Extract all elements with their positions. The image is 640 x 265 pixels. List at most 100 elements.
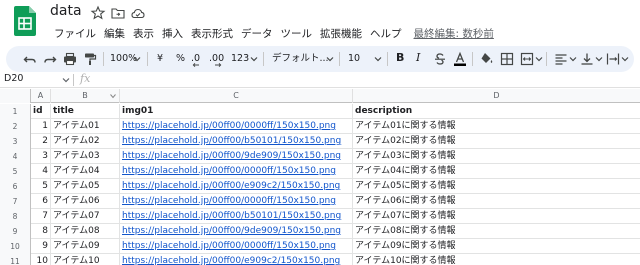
bold-button[interactable]: B bbox=[396, 51, 404, 65]
cell-id[interactable]: 10 bbox=[31, 254, 51, 265]
cell-description[interactable]: アイテム06に関する情報 bbox=[353, 194, 640, 209]
vertical-align-icon[interactable] bbox=[579, 51, 595, 67]
cell-title[interactable]: アイテム08 bbox=[51, 224, 120, 239]
cloud-saved-icon[interactable] bbox=[130, 5, 146, 21]
row-header[interactable]: 9 bbox=[0, 224, 31, 239]
cell-img-link[interactable]: https://placehold.jp/00ff00/0000ff/150x1… bbox=[120, 164, 353, 179]
cell-img-link[interactable]: https://placehold.jp/00ff00/e909c2/150x1… bbox=[120, 179, 353, 194]
fill-color-icon[interactable] bbox=[479, 51, 495, 67]
cell-title[interactable]: title bbox=[51, 104, 120, 119]
font-size-select[interactable]: 10 bbox=[348, 52, 360, 66]
row-header[interactable]: 1 bbox=[0, 104, 31, 119]
name-box[interactable]: D20 bbox=[4, 73, 23, 84]
chevron-down-icon[interactable] bbox=[621, 55, 629, 63]
cell-img-link[interactable]: https://placehold.jp/00ff00/b50101/150x1… bbox=[120, 134, 353, 149]
cell-img[interactable]: img01 bbox=[120, 104, 353, 119]
row-header[interactable]: 7 bbox=[0, 194, 31, 209]
cell-description[interactable]: アイテム04に関する情報 bbox=[353, 164, 640, 179]
star-icon[interactable] bbox=[90, 5, 106, 21]
menu-file[interactable]: ファイル bbox=[50, 26, 100, 42]
merge-cells-icon[interactable] bbox=[519, 51, 535, 67]
cell-id[interactable]: 6 bbox=[31, 194, 51, 209]
percent-format-button[interactable]: % bbox=[176, 52, 185, 66]
column-header-c[interactable]: C bbox=[120, 89, 353, 103]
cell-description[interactable]: アイテム02に関する情報 bbox=[353, 134, 640, 149]
cell-title[interactable]: アイテム02 bbox=[51, 134, 120, 149]
menu-help[interactable]: ヘルプ bbox=[366, 26, 406, 42]
cell-description[interactable]: アイテム09に関する情報 bbox=[353, 239, 640, 254]
cell-id[interactable]: 9 bbox=[31, 239, 51, 254]
cell-description[interactable]: アイテム07に関する情報 bbox=[353, 209, 640, 224]
chevron-down-icon[interactable] bbox=[326, 55, 334, 63]
chevron-down-icon[interactable] bbox=[62, 76, 70, 84]
menu-edit[interactable]: 編集 bbox=[100, 26, 129, 42]
strikethrough-icon[interactable] bbox=[432, 51, 448, 67]
undo-icon[interactable] bbox=[22, 51, 38, 67]
text-wrapping-icon[interactable] bbox=[605, 51, 621, 67]
document-title[interactable]: data bbox=[50, 3, 82, 19]
italic-button[interactable]: I bbox=[416, 51, 420, 65]
print-icon[interactable] bbox=[62, 51, 78, 67]
text-color-icon[interactable] bbox=[452, 51, 468, 67]
cell-img-link[interactable]: https://placehold.jp/00ff00/b50101/150x1… bbox=[120, 209, 353, 224]
chevron-down-icon[interactable] bbox=[595, 55, 603, 63]
chevron-down-icon[interactable] bbox=[535, 55, 543, 63]
sheets-logo-icon[interactable] bbox=[14, 6, 36, 36]
chevron-down-icon[interactable] bbox=[133, 55, 141, 63]
cell-img-link[interactable]: https://placehold.jp/00ff00/0000ff/150x1… bbox=[120, 119, 353, 134]
column-header-d[interactable]: D bbox=[353, 89, 640, 103]
cell-img-link[interactable]: https://placehold.jp/00ff00/9de909/150x1… bbox=[120, 149, 353, 164]
cell-title[interactable]: アイテム03 bbox=[51, 149, 120, 164]
cell-description[interactable]: アイテム03に関する情報 bbox=[353, 149, 640, 164]
menu-data[interactable]: データ bbox=[237, 26, 277, 42]
cell-description[interactable]: アイテム10に関する情報 bbox=[353, 254, 640, 265]
select-all-corner[interactable] bbox=[0, 89, 31, 103]
row-header[interactable]: 6 bbox=[0, 179, 31, 194]
cell-id[interactable]: 4 bbox=[31, 164, 51, 179]
menu-format[interactable]: 表示形式 bbox=[187, 26, 237, 42]
row-header[interactable]: 10 bbox=[0, 239, 31, 254]
row-header[interactable]: 2 bbox=[0, 119, 31, 134]
cell-title[interactable]: アイテム09 bbox=[51, 239, 120, 254]
cell-description[interactable]: description bbox=[353, 104, 640, 119]
cell-id[interactable]: 3 bbox=[31, 149, 51, 164]
currency-format-button[interactable]: ¥ bbox=[157, 52, 163, 66]
cell-id[interactable]: 7 bbox=[31, 209, 51, 224]
cell-id[interactable]: 1 bbox=[31, 119, 51, 134]
cell-id[interactable]: 8 bbox=[31, 224, 51, 239]
cell-img-link[interactable]: https://placehold.jp/00ff00/0000ff/150x1… bbox=[120, 239, 353, 254]
cell-title[interactable]: アイテム05 bbox=[51, 179, 120, 194]
cell-title[interactable]: アイテム10 bbox=[51, 254, 120, 265]
menu-insert[interactable]: 挿入 bbox=[158, 26, 187, 42]
move-to-folder-icon[interactable] bbox=[110, 5, 126, 21]
cell-id[interactable]: 5 bbox=[31, 179, 51, 194]
row-header[interactable]: 4 bbox=[0, 149, 31, 164]
cell-img-link[interactable]: https://placehold.jp/00ff00/9de909/150x1… bbox=[120, 224, 353, 239]
menu-extensions[interactable]: 拡張機能 bbox=[316, 26, 366, 42]
cell-id[interactable]: 2 bbox=[31, 134, 51, 149]
cell-title[interactable]: アイテム07 bbox=[51, 209, 120, 224]
paint-format-icon[interactable] bbox=[82, 51, 98, 67]
redo-icon[interactable] bbox=[42, 51, 58, 67]
cell-title[interactable]: アイテム04 bbox=[51, 164, 120, 179]
chevron-down-icon[interactable] bbox=[569, 55, 577, 63]
menu-tools[interactable]: ツール bbox=[277, 26, 317, 42]
row-header[interactable]: 11 bbox=[0, 254, 31, 265]
column-header-a[interactable]: A bbox=[31, 89, 51, 103]
more-formats-button[interactable]: 123 bbox=[231, 52, 249, 66]
column-menu-icon[interactable] bbox=[110, 93, 116, 99]
font-family-select[interactable]: デフォルト... bbox=[272, 52, 329, 66]
last-edit-link[interactable]: 最終編集: 数秒前 bbox=[414, 26, 494, 42]
cell-title[interactable]: アイテム06 bbox=[51, 194, 120, 209]
cell-description[interactable]: アイテム01に関する情報 bbox=[353, 119, 640, 134]
menu-view[interactable]: 表示 bbox=[129, 26, 158, 42]
cell-img-link[interactable]: https://placehold.jp/00ff00/0000ff/150x1… bbox=[120, 194, 353, 209]
borders-icon[interactable] bbox=[499, 51, 515, 67]
cell-description[interactable]: アイテム08に関する情報 bbox=[353, 224, 640, 239]
row-header[interactable]: 3 bbox=[0, 134, 31, 149]
row-header[interactable]: 5 bbox=[0, 164, 31, 179]
cell-img-link[interactable]: https://placehold.jp/00ff00/e909c2/150x1… bbox=[120, 254, 353, 265]
row-header[interactable]: 8 bbox=[0, 209, 31, 224]
chevron-down-icon[interactable] bbox=[374, 55, 382, 63]
chevron-down-icon[interactable] bbox=[250, 55, 258, 63]
